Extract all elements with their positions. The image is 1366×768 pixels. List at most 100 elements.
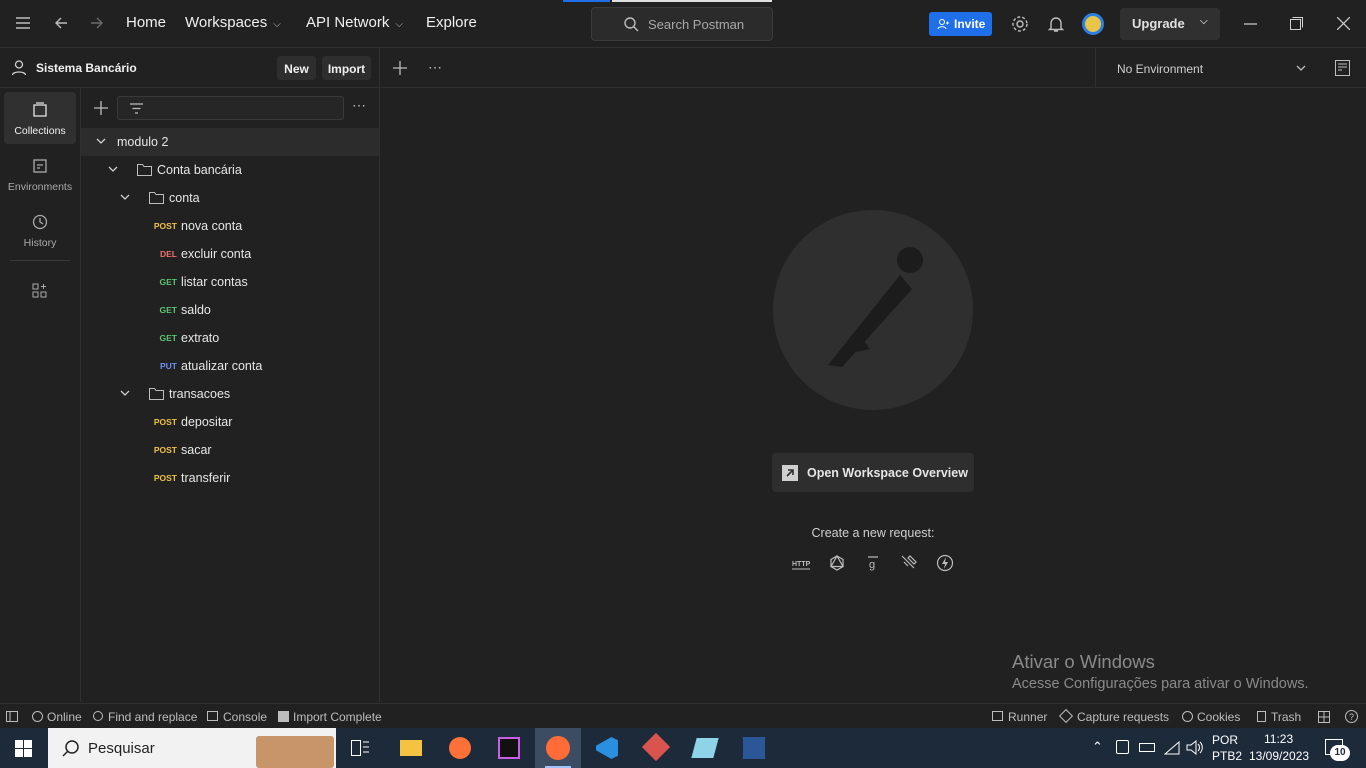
top-bar: Home Workspaces ⌵ API Network ⌵ Explore Se…: [0, 0, 1366, 48]
avatar[interactable]: [1082, 13, 1104, 35]
gear-icon[interactable]: [1011, 15, 1029, 33]
windows-start-icon[interactable]: [15, 740, 32, 757]
trash-label: Trash: [1271, 710, 1302, 724]
new-button[interactable]: New: [277, 56, 316, 80]
toggle-sidebar-icon[interactable]: [6, 711, 18, 722]
volume-icon[interactable]: [1186, 740, 1204, 755]
language-code[interactable]: POR: [1212, 733, 1238, 747]
postman-app[interactable]: [535, 728, 581, 768]
file-explorer-app[interactable]: [388, 728, 434, 768]
request-row[interactable]: POST depositar: [81, 408, 379, 436]
invite-button[interactable]: Invite: [929, 12, 992, 36]
request-row[interactable]: GET saldo: [81, 296, 379, 324]
folder-row[interactable]: conta: [81, 184, 379, 212]
svg-text:HTTP: HTTP: [792, 561, 810, 568]
restore-icon[interactable]: [1290, 17, 1303, 30]
wifi-icon[interactable]: [1164, 741, 1180, 755]
folder-icon: [400, 740, 422, 756]
request-row[interactable]: PUT atualizar conta: [81, 352, 379, 380]
postman-logo: [773, 210, 973, 410]
websocket-request-icon[interactable]: [900, 554, 918, 572]
close-icon[interactable]: [1337, 17, 1350, 30]
word-app[interactable]: [731, 728, 777, 768]
sidebar-item-history[interactable]: History: [4, 204, 76, 256]
tab-indicator: [612, 0, 772, 2]
request-name: atualizar conta: [181, 359, 263, 373]
import-button[interactable]: Import: [322, 56, 371, 80]
folder-row[interactable]: Conta bancária: [81, 156, 379, 184]
environment-selector[interactable]: No Environment: [1095, 48, 1318, 88]
import-icon: [278, 711, 289, 722]
nav-explore[interactable]: Explore: [426, 14, 477, 31]
git-app[interactable]: [633, 728, 679, 768]
taskbar-search[interactable]: Pesquisar: [48, 728, 336, 768]
request-row[interactable]: POST sacar: [81, 436, 379, 464]
graphql-request-icon[interactable]: [828, 554, 846, 572]
method-badge: POST: [153, 221, 177, 231]
http-request-icon[interactable]: HTTP: [792, 554, 810, 572]
configure-sidebar-icon[interactable]: [32, 283, 48, 299]
plus-icon[interactable]: [94, 101, 108, 115]
intellij-app[interactable]: [486, 728, 532, 768]
nav-home[interactable]: Home: [126, 14, 166, 31]
chevron-down-icon: [1296, 65, 1306, 71]
open-workspace-overview-button[interactable]: Open Workspace Overview: [772, 453, 974, 492]
new-tab-icon[interactable]: [393, 61, 407, 75]
cookies-button[interactable]: Cookies: [1182, 710, 1240, 724]
notes-app[interactable]: [682, 728, 728, 768]
meet-now-icon[interactable]: [1116, 740, 1129, 754]
vscode-icon: [596, 737, 618, 759]
more-tabs-icon[interactable]: ⋯: [428, 59, 442, 76]
vscode-app[interactable]: [584, 728, 630, 768]
online-label: Online: [47, 710, 82, 724]
search-icon: [62, 740, 79, 757]
folder-row[interactable]: transacoes: [81, 380, 379, 408]
console-button[interactable]: Console: [207, 710, 267, 724]
keyboard-layout[interactable]: PTB2: [1212, 749, 1242, 763]
bell-icon[interactable]: [1047, 15, 1065, 33]
menu-icon[interactable]: [16, 17, 30, 29]
forward-arrow-icon[interactable]: [90, 16, 104, 30]
request-row[interactable]: POST transferir: [81, 464, 379, 492]
collection-row[interactable]: modulo 2: [81, 128, 379, 156]
grpc-request-icon[interactable]: g: [864, 554, 882, 572]
notes-icon: [691, 738, 719, 758]
request-row[interactable]: DEL excluir conta: [81, 240, 379, 268]
help-icon[interactable]: ?: [1345, 710, 1358, 723]
online-status[interactable]: Online: [32, 710, 82, 724]
back-arrow-icon[interactable]: [54, 16, 68, 30]
clock-date[interactable]: 13/09/2023: [1249, 749, 1309, 763]
chevron-down-icon: [96, 138, 106, 144]
firefox-app[interactable]: [437, 728, 483, 768]
request-name: depositar: [181, 415, 233, 429]
find-replace-button[interactable]: Find and replace: [93, 710, 197, 724]
firefox-icon: [449, 737, 471, 759]
windows-activation-watermark: Ativar o Windows Acesse Configurações pa…: [1012, 651, 1309, 692]
capture-requests-button[interactable]: Capture requests: [1058, 708, 1169, 724]
import-status[interactable]: Import Complete: [278, 710, 382, 724]
two-pane-icon[interactable]: [1318, 711, 1330, 723]
battery-icon[interactable]: [1139, 743, 1155, 752]
sidebar-item-environments[interactable]: Environments: [4, 148, 76, 200]
environment-quick-look-icon[interactable]: [1335, 60, 1350, 76]
request-row[interactable]: GET listar contas: [81, 268, 379, 296]
show-hidden-icons-icon[interactable]: ⌃: [1092, 739, 1103, 755]
socketio-request-icon[interactable]: [936, 554, 954, 572]
task-view-icon[interactable]: [351, 740, 369, 756]
more-options-icon[interactable]: ⋯: [352, 97, 367, 114]
request-row[interactable]: POST nova conta: [81, 212, 379, 240]
runner-button[interactable]: Runner: [992, 710, 1047, 724]
trash-button[interactable]: Trash: [1257, 710, 1301, 724]
upgrade-button[interactable]: Upgrade ⌵: [1120, 8, 1220, 40]
sidebar-item-label: Collections: [14, 125, 66, 137]
environments-icon: [33, 159, 47, 173]
clock-time[interactable]: 11:23: [1264, 732, 1293, 746]
minimize-icon[interactable]: [1244, 23, 1257, 25]
sidebar-item-collections[interactable]: Collections: [4, 92, 76, 144]
filter-input[interactable]: [117, 96, 344, 120]
request-row[interactable]: GET extrato: [81, 324, 379, 352]
search-input[interactable]: Search Postman: [591, 7, 773, 41]
nav-api-network[interactable]: API Network ⌵: [306, 14, 403, 31]
nav-workspaces[interactable]: Workspaces ⌵: [185, 14, 281, 31]
cookies-label: Cookies: [1197, 710, 1241, 724]
